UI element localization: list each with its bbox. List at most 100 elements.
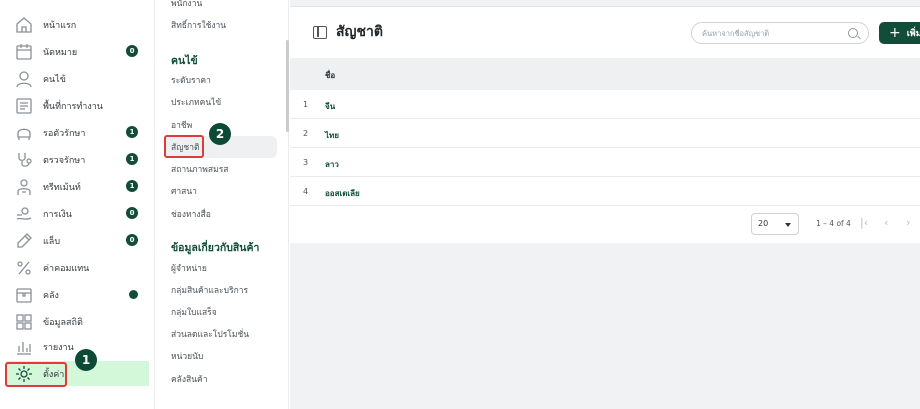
section-heading-product: ข้อมูลเกี่ยวกับสินค้า [171,242,260,254]
sidebar-item-commission[interactable]: ค่าคอมแทน [6,255,149,280]
calendar-icon [13,43,35,61]
table-row[interactable]: 1 จีน [290,90,920,119]
menu-item-staff[interactable]: พนักงาน [165,0,277,14]
annotation-step-2: 2 [209,123,231,145]
column-header-name[interactable]: ชื่อ [325,69,335,82]
add-button[interactable]: + เพิ่ม [879,22,920,44]
table-header: ชื่อ [290,58,920,90]
sidebar-item-treatment[interactable]: ทรีทเม้นท์ 1 [6,174,149,199]
count-badge: 1 [126,126,138,138]
plus-icon: + [889,25,901,41]
sidebar-item-label: ค่าคอมแทน [43,263,90,274]
count-badge: 0 [126,207,138,219]
search-input[interactable] [702,26,842,41]
pagination: 20 1 – 4 of 4 |‹ ‹ › [290,206,920,243]
menu-item-patient-type[interactable]: ประเภทคนไข้ [165,91,277,113]
sidebar-item-waiting[interactable]: รอตัวรักษา 1 [6,120,149,145]
section-heading-patient: คนไข้ [171,55,198,67]
page-size-value: 20 [758,219,769,228]
sidebar-item-label: ข้อมูลสถิติ [43,317,83,328]
annotation-highlight-nationality [164,135,204,158]
row-number: 2 [303,129,309,138]
sidebar-item-label: คลัง [43,290,59,301]
nationality-table: ชื่อ 1 จีน 2 ไทย 3 ลาว 4 ออสเตเลีย 20 1 … [290,58,920,243]
sidebar-item-label: ทรีทเม้นท์ [43,182,81,193]
row-name[interactable]: ลาว [325,158,339,171]
caret-down-icon [785,223,791,227]
report-icon [13,338,35,356]
sidebar-item-label: หน้าแรก [43,20,77,31]
row-number: 4 [303,187,309,196]
sidebar-item-lab[interactable]: แล็บ 0 [6,228,149,253]
stethoscope-icon [13,151,35,169]
menu-item-discount[interactable]: ส่วนลดและโปรโมชั่น [165,323,277,345]
page-header: สัญชาติ + เพิ่ม [290,6,920,58]
box-icon [13,286,35,304]
sidebar-item-appointments[interactable]: นัดหมาย 0 [6,39,149,64]
menu-item-religion[interactable]: ศาสนา [165,180,277,202]
row-name[interactable]: จีน [325,100,335,113]
settings-menu-scrollbar[interactable] [286,40,289,132]
annotation-step-1: 1 [75,349,97,371]
add-button-label: เพิ่ม [906,29,920,39]
prev-page-button[interactable]: ‹ [884,216,888,229]
row-name[interactable]: ไทย [325,129,339,142]
row-number: 1 [303,100,309,109]
sidebar-item-home[interactable]: หน้าแรก [6,12,149,37]
status-dot [129,290,138,299]
row-name[interactable]: ออสเตเลีย [325,187,360,200]
count-badge: 0 [126,45,138,57]
table-row[interactable]: 3 ลาว [290,148,920,177]
pagination-range: 1 – 4 of 4 [816,219,851,228]
treatment-icon [13,178,35,196]
main-sidebar: หน้าแรก นัดหมาย 0 คนไข้ พื้นที่การทำงาน … [0,0,155,409]
menu-item-receipt-group[interactable]: กลุ่มใบแสร็จ [165,301,277,323]
search-box[interactable] [691,22,869,44]
menu-item-supplier[interactable]: ผู้จำหน่าย [165,257,277,279]
count-badge: 0 [126,234,138,246]
main-content: สัญชาติ + เพิ่ม ชื่อ 1 จีน 2 ไทย 3 ลาว 4… [290,0,920,409]
money-icon [13,205,35,223]
sidebar-item-inventory[interactable]: คลัง [6,282,149,307]
settings-menu: พนักงาน สิทธิ์การใช้งาน คนไข้ ระดับราคา … [155,0,289,409]
sidebar-item-label: ตรวจรักษา [43,155,86,166]
sidebar-item-label: แล็บ [43,236,61,247]
count-badge: 1 [126,180,138,192]
menu-item-warehouse[interactable]: คลังสินค้า [165,368,277,390]
sidebar-item-label: พื้นที่การทำงาน [43,101,103,112]
sidebar-item-patients[interactable]: คนไข้ [6,66,149,91]
menu-item-price-level[interactable]: ระดับราคา [165,69,277,91]
menu-item-permissions[interactable]: สิทธิ์การใช้งาน [165,14,277,36]
sidebar-item-examination[interactable]: ตรวจรักษา 1 [6,147,149,172]
table-row[interactable]: 2 ไทย [290,119,920,148]
sidebar-item-label: รอตัวรักษา [43,128,86,139]
grid-icon [13,313,35,331]
first-page-button[interactable]: |‹ [860,216,868,229]
sidebar-item-label: นัดหมาย [43,47,78,58]
chair-icon [13,124,35,142]
percent-icon [13,259,35,277]
annotation-highlight-settings [5,362,67,387]
menu-item-marital-status[interactable]: สถานภาพสมรส [165,158,277,180]
table-row[interactable]: 4 ออสเตเลีย [290,177,920,206]
home-icon [13,16,35,34]
row-number: 3 [303,158,309,167]
sidebar-item-label: รายงาน [43,342,74,353]
page-size-select[interactable]: 20 [751,213,799,235]
sidebar-item-label: คนไข้ [43,74,66,85]
sidebar-item-label: การเงิน [43,209,72,220]
menu-item-unit[interactable]: หน่วยนับ [165,345,277,367]
page-title: สัญชาติ [336,24,383,40]
workspace-icon [13,97,35,115]
sidebar-item-statistics[interactable]: ข้อมูลสถิติ [6,309,149,334]
menu-item-media-channel[interactable]: ช่องทางสื่อ [165,203,277,225]
sidebar-toggle-icon[interactable] [313,26,327,39]
count-badge: 1 [126,153,138,165]
sidebar-item-finance[interactable]: การเงิน 0 [6,201,149,226]
user-icon [13,70,35,88]
lab-icon [13,232,35,250]
sidebar-item-workspace[interactable]: พื้นที่การทำงาน [6,93,149,118]
menu-item-product-group[interactable]: กลุ่มสินค้าและบริการ [165,279,277,301]
search-icon[interactable] [848,28,858,38]
next-page-button[interactable]: › [906,216,910,229]
